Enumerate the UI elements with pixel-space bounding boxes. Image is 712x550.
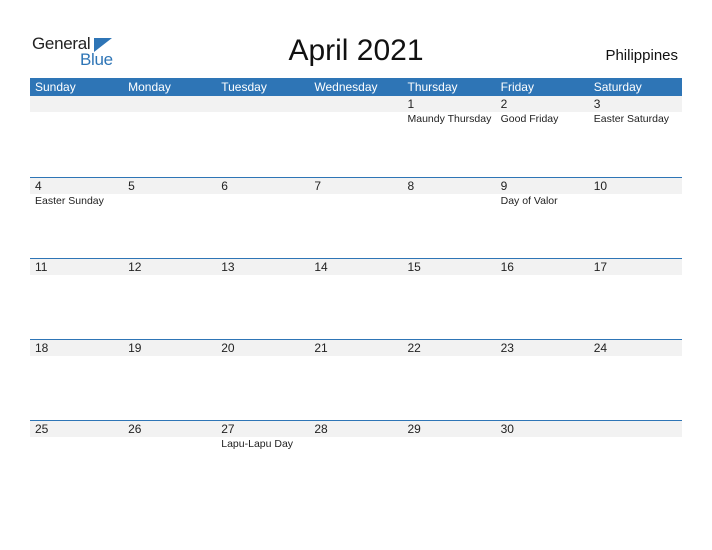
weekday-header: Sunday Monday Tuesday Wednesday Thursday Frid…	[30, 78, 682, 96]
weekday-sunday: Sunday	[35, 80, 76, 94]
holiday-label	[309, 437, 402, 451]
holiday-label: Easter Sunday	[35, 195, 104, 207]
day-number: 8	[407, 179, 415, 193]
day-number	[30, 96, 123, 112]
day-number: 29	[407, 422, 421, 436]
day-number: 20	[221, 341, 235, 355]
holiday-label	[309, 112, 402, 126]
weekday-saturday: Saturday	[593, 80, 642, 94]
holiday-label	[496, 437, 589, 451]
day-number: 23	[500, 341, 514, 355]
day-number: 25	[35, 422, 49, 436]
holiday-label	[403, 194, 496, 208]
day-number: 16	[500, 260, 514, 274]
day-number: 14	[314, 260, 328, 274]
day-number: 12	[128, 260, 142, 274]
country-label: Philippines	[605, 47, 678, 64]
day-number: 26	[128, 422, 142, 436]
day-number: 11	[35, 260, 48, 274]
day-number: 27	[221, 422, 235, 436]
day-number: 4	[35, 179, 42, 193]
day-number: 15	[407, 260, 421, 274]
day-number: 21	[314, 341, 328, 355]
events-row: Maundy Thursday Good Friday Easter Saturda…	[30, 112, 682, 126]
week-row: 25 26 27 28 29 30 Lapu-Lapu Day	[30, 420, 682, 501]
day-number: 3	[593, 97, 601, 111]
day-number: 5	[128, 179, 135, 193]
week-row: 4 5 6 7 8 9 10 Easter Sunday Day of Valor	[30, 177, 682, 258]
weekday-friday: Friday	[500, 80, 534, 94]
holiday-label: Maundy Thursday	[407, 113, 492, 125]
date-strip: 1 2 3	[30, 96, 682, 112]
week-row: 1 2 3 Maundy Thursday Good Friday Easter Satu…	[30, 96, 682, 177]
week-row: 18 19 20 21 22 23 24	[30, 339, 682, 420]
holiday-label	[216, 194, 309, 208]
events-row: Easter Sunday Day of Valor	[30, 194, 682, 208]
holiday-label	[30, 437, 123, 451]
day-number: 30	[500, 422, 514, 436]
day-number	[589, 421, 682, 437]
date-strip: 25 26 27 28 29 30	[30, 420, 682, 437]
holiday-label: Day of Valor	[500, 195, 558, 207]
weekday-tuesday: Tuesday	[221, 80, 267, 94]
day-number: 22	[407, 341, 421, 355]
weekday-monday: Monday	[128, 80, 171, 94]
day-number: 6	[221, 179, 228, 193]
day-number: 28	[314, 422, 328, 436]
holiday-label	[123, 194, 216, 208]
holiday-label	[123, 112, 216, 126]
day-number	[123, 96, 216, 112]
events-row: Lapu-Lapu Day	[30, 437, 682, 451]
holiday-label	[309, 194, 402, 208]
day-number	[309, 96, 402, 112]
holiday-label	[403, 437, 496, 451]
date-strip: 18 19 20 21 22 23 24	[30, 339, 682, 356]
day-number: 13	[221, 260, 235, 274]
day-number: 7	[314, 179, 322, 193]
holiday-label	[30, 112, 123, 126]
holiday-label	[589, 194, 682, 208]
week-row: 11 12 13 14 15 16 17	[30, 258, 682, 339]
date-strip: 11 12 13 14 15 16 17	[30, 258, 682, 275]
day-number: 19	[128, 341, 142, 355]
day-number: 17	[593, 260, 608, 274]
day-number	[216, 96, 309, 112]
day-number: 1	[407, 97, 415, 111]
day-number: 9	[500, 179, 508, 193]
calendar-grid: Sunday Monday Tuesday Wednesday Thursday Frid…	[30, 78, 682, 501]
date-strip: 4 5 6 7 8 9 10	[30, 177, 682, 194]
day-number: 18	[35, 341, 49, 355]
day-number: 2	[500, 97, 508, 111]
weekday-wednesday: Wednesday	[314, 80, 378, 94]
holiday-label: Lapu-Lapu Day	[221, 438, 294, 450]
holiday-label: Good Friday	[500, 113, 559, 125]
day-number: 10	[593, 179, 608, 193]
holiday-label	[123, 437, 216, 451]
holiday-label	[589, 437, 682, 451]
holiday-label: Easter Saturday	[593, 113, 670, 125]
weekday-thursday: Thursday	[407, 80, 458, 94]
day-number: 24	[593, 341, 608, 355]
holiday-label	[216, 112, 309, 126]
